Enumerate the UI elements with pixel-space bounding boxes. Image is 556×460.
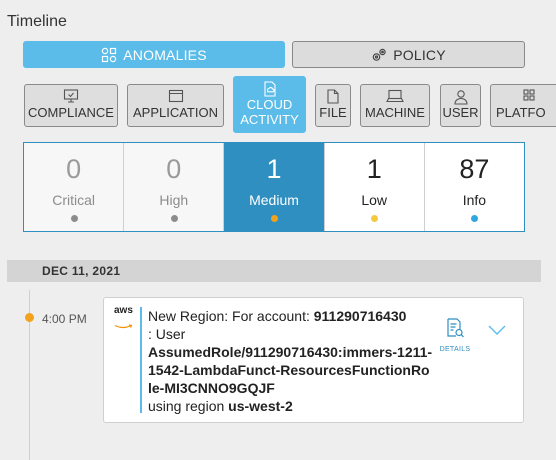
anomalies-icon — [101, 47, 117, 63]
window-icon — [168, 89, 184, 106]
severity-medium[interactable]: 1 Medium — [224, 143, 325, 231]
anomalies-label: ANOMALIES — [123, 46, 207, 63]
severity-dot — [70, 215, 78, 222]
aws-logo-text: aws — [114, 305, 133, 316]
event-accent-bar — [140, 307, 142, 413]
category-label: FILE — [319, 105, 347, 120]
cloud-doc-icon — [263, 81, 277, 100]
severity-high[interactable]: 0 High — [124, 143, 225, 231]
severity-label: Critical — [52, 192, 95, 208]
policy-tab[interactable]: POLICY — [292, 41, 525, 68]
category-label: COMPLIANCE — [28, 105, 114, 120]
event-time: 4:00 PM — [42, 312, 87, 326]
details-label: DETAILS — [439, 346, 471, 353]
policy-label: POLICY — [393, 46, 446, 63]
severity-count: 87 — [459, 154, 490, 184]
category-cloud-activity[interactable]: CLOUD ACTIVITY — [233, 76, 306, 133]
severity-count: 0 — [66, 154, 82, 184]
category-label: MACHINE — [365, 105, 425, 120]
monitor-check-icon — [63, 89, 79, 106]
severity-label: Info — [462, 192, 487, 208]
date-label: DEC 11, 2021 — [42, 264, 121, 278]
severity-dot — [471, 215, 479, 222]
event-region-prefix: using region — [148, 398, 229, 414]
event-text-mid: : User — [148, 326, 186, 342]
severity-label: Low — [361, 192, 388, 208]
severity-count: 1 — [366, 154, 382, 184]
timeline-dot — [25, 313, 34, 322]
category-compliance[interactable]: COMPLIANCE — [24, 84, 118, 127]
grid-icon — [523, 89, 535, 104]
user-icon — [453, 89, 469, 108]
event-region: us-west-2 — [228, 398, 293, 414]
severity-summary: 0 Critical 0 High 1 Medium 1 Low 87 Info — [23, 142, 525, 232]
severity-label: Medium — [249, 192, 299, 208]
category-platform[interactable]: PLATFO — [490, 84, 556, 127]
laptop-icon — [386, 89, 404, 106]
event-description: New Region: For account: 911290716430 : … — [148, 307, 433, 415]
severity-label: High — [159, 192, 189, 208]
anomalies-tab[interactable]: ANOMALIES — [23, 41, 285, 68]
event-text-prefix: New Region: For account: — [148, 308, 314, 324]
severity-critical[interactable]: 0 Critical — [24, 143, 125, 231]
aws-logo-icon: aws — [114, 306, 136, 334]
category-user[interactable]: USER — [440, 84, 481, 127]
gears-icon — [371, 47, 387, 63]
category-machine[interactable]: MACHINE — [360, 84, 430, 127]
event-role: AssumedRole/911290716430:immers-1211-154… — [148, 344, 433, 396]
details-button[interactable]: DETAILS — [437, 318, 473, 353]
severity-info[interactable]: 87 Info — [424, 143, 525, 231]
severity-dot — [271, 215, 278, 222]
category-label: APPLICATION — [132, 105, 218, 120]
severity-low[interactable]: 1 Low — [324, 143, 425, 231]
severity-dot — [371, 215, 379, 222]
severity-count: 1 — [266, 154, 282, 184]
category-label: CLOUD ACTIVITY — [240, 97, 299, 127]
category-label: PLATFO — [496, 105, 546, 120]
event-card[interactable]: aws New Region: For account: 91129071643… — [103, 297, 524, 423]
date-header: DEC 11, 2021 — [7, 260, 541, 282]
event-account: 911290716430 — [313, 308, 407, 324]
file-icon — [327, 89, 339, 107]
severity-dot — [170, 215, 178, 222]
page-title: Timeline — [7, 13, 67, 30]
category-file[interactable]: FILE — [315, 84, 351, 127]
severity-count: 0 — [166, 154, 182, 184]
category-application[interactable]: APPLICATION — [127, 84, 224, 127]
chevron-down-icon[interactable] — [488, 323, 506, 341]
details-icon — [446, 318, 464, 342]
